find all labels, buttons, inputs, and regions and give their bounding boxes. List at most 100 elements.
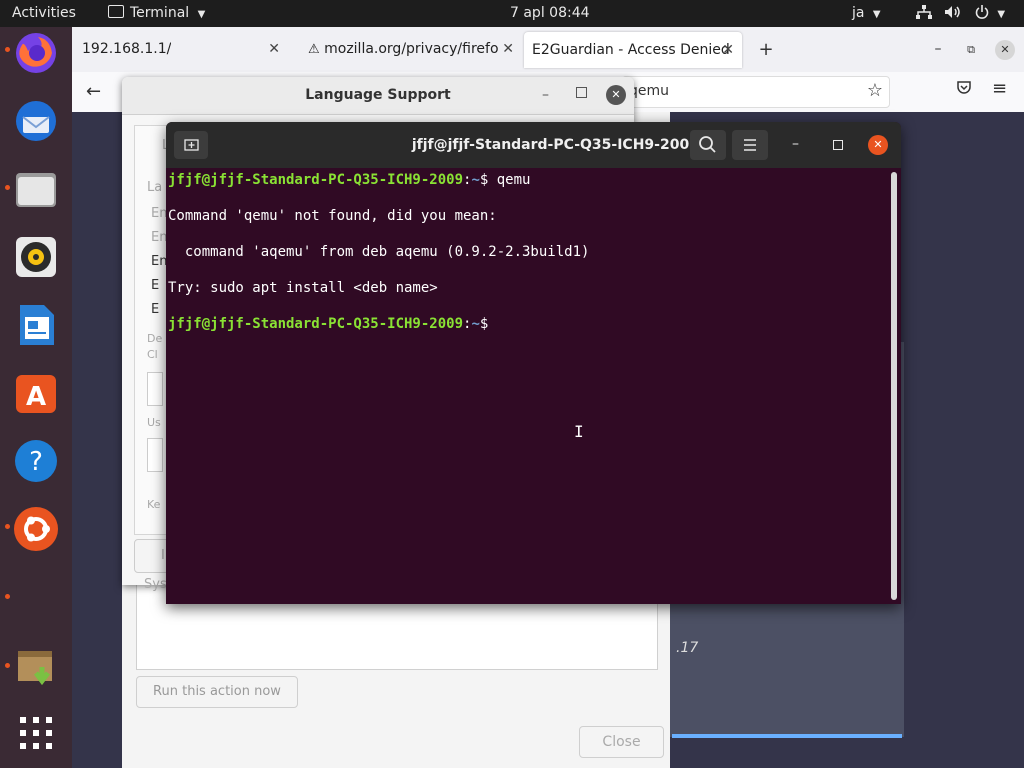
close-icon: ✕ (995, 40, 1015, 60)
close-window-button[interactable]: ✕ (994, 27, 1016, 72)
back-arrow-icon[interactable]: ← (86, 81, 101, 102)
restore-icon[interactable]: ⧉ (961, 27, 981, 72)
tab-router[interactable]: 192.168.1.1/ ✕ (72, 27, 292, 72)
input-method-dropdown[interactable] (147, 438, 163, 472)
tab-label: E2Guardian - Access Denied (532, 42, 730, 58)
terminal-window: jfjf@jfjf-Standard-PC-Q35-ICH9-2009: ~ –… (166, 122, 901, 604)
app-menu-button[interactable]: Terminal ▼ (108, 0, 205, 27)
help-icon[interactable]: ? (12, 437, 60, 485)
language-support-titlebar: Language Support – ✕ (122, 77, 634, 115)
minimize-icon[interactable]: – (792, 136, 799, 152)
tab-strip: 192.168.1.1/ ✕ ⚠ mozilla.org/privacy/fir… (72, 27, 1024, 72)
power-icon (975, 5, 989, 19)
ghost-label: En (151, 254, 168, 269)
tab-mozilla-privacy[interactable]: ⚠ mozilla.org/privacy/firefo ✕ (298, 27, 526, 72)
pocket-icon[interactable] (956, 80, 972, 100)
system-menu[interactable]: ▼ (916, 0, 1005, 27)
chevron-down-icon: ▼ (197, 9, 206, 20)
warning-icon: ⚠ (308, 42, 320, 57)
url-text: qemu (629, 83, 670, 99)
tab-label-text: mozilla.org/privacy/firefo (324, 41, 498, 57)
terminal-title: jfjf@jfjf-Standard-PC-Q35-ICH9-2009: ~ (411, 137, 722, 153)
maximize-icon[interactable] (833, 140, 843, 150)
close-icon[interactable]: ✕ (868, 135, 888, 155)
prompt-dollar: $ (479, 172, 497, 188)
terminal-app-icon (108, 5, 124, 18)
ghost-label: Cl (147, 348, 158, 361)
close-icon[interactable]: ✕ (606, 85, 626, 105)
input-source-label: ja (852, 5, 865, 21)
network-icon (916, 5, 932, 19)
terminal-line: command 'aqemu' from deb aqemu (0.9.2-2.… (168, 244, 590, 260)
search-icon (699, 136, 716, 153)
close-button[interactable]: Close (579, 726, 664, 758)
files-icon[interactable] (12, 165, 60, 213)
close-tab-icon[interactable]: ✕ (502, 27, 514, 72)
terminal-line: Command 'qemu' not found, did you mean: (168, 208, 497, 224)
search-button[interactable] (690, 130, 726, 160)
new-tab-button[interactable]: + (754, 27, 778, 72)
archive-icon[interactable] (12, 641, 60, 689)
ghost-label: E (151, 302, 160, 317)
running-indicator (5, 594, 10, 599)
minimize-icon[interactable]: – (928, 27, 948, 72)
page-accent-line (672, 734, 902, 738)
running-indicator (5, 185, 10, 190)
running-indicator (5, 663, 10, 668)
ghost-label: Ke (147, 498, 161, 511)
software-icon[interactable]: A (12, 369, 60, 417)
top-bar: Activities Terminal ▼ 7 apl 08:44 ja ▼ ▼ (0, 0, 1024, 27)
menu-button[interactable] (732, 130, 768, 160)
ghost-label: E (151, 278, 160, 293)
volume-icon (945, 6, 961, 18)
close-tab-icon[interactable]: ✕ (722, 32, 734, 68)
ghost-label: Us (147, 416, 161, 429)
prompt-user: jfjf@jfjf-Standard-PC-Q35-ICH9-2009 (168, 316, 464, 332)
terminal-line: jfjf@jfjf-Standard-PC-Q35-ICH9-2009:~$ (168, 314, 497, 334)
ghost-label: I (161, 548, 165, 563)
app-grid-icon[interactable] (12, 709, 60, 757)
firefox-icon[interactable] (12, 29, 60, 77)
clock[interactable]: 7 apl 08:44 (510, 0, 590, 27)
ghost-label: En (151, 206, 168, 221)
close-tab-icon[interactable]: ✕ (268, 27, 280, 72)
minimize-icon[interactable]: – (542, 87, 549, 103)
url-bar[interactable]: qemu ☆ (622, 76, 890, 108)
terminal-scrollbar[interactable] (891, 172, 897, 600)
svg-text:?: ? (29, 447, 43, 477)
hamburger-menu-icon[interactable]: ≡ (992, 78, 1007, 99)
ghost-label: Sys (144, 577, 167, 592)
prompt-user: jfjf@jfjf-Standard-PC-Q35-ICH9-2009 (168, 172, 464, 188)
bookmark-star-icon[interactable]: ☆ (867, 80, 883, 101)
hamburger-menu-icon (744, 139, 756, 151)
prompt-path: ~ (471, 316, 480, 332)
prompt-path: ~ (471, 172, 480, 188)
rhythmbox-icon[interactable] (12, 233, 60, 281)
input-source-indicator[interactable]: ja ▼ (852, 0, 881, 27)
activities-button[interactable]: Activities (12, 0, 76, 27)
writer-icon[interactable] (12, 301, 60, 349)
language-dropdown[interactable] (147, 372, 163, 406)
terminal-output[interactable]: jfjf@jfjf-Standard-PC-Q35-ICH9-2009:~$ q… (168, 170, 890, 600)
maximize-icon[interactable] (576, 87, 587, 98)
app-menu-label: Terminal (130, 5, 190, 21)
text-cursor-icon: Ι (574, 422, 584, 441)
running-indicator (5, 47, 10, 52)
ghost-label: En (151, 230, 168, 245)
command-text: qemu (496, 172, 531, 188)
ubuntu-icon[interactable] (12, 505, 60, 553)
dock: A ? (0, 27, 72, 768)
page-text: .17 (676, 640, 699, 656)
thunderbird-icon[interactable] (12, 97, 60, 145)
terminal-headerbar: jfjf@jfjf-Standard-PC-Q35-ICH9-2009: ~ –… (166, 122, 901, 168)
tab-label: 192.168.1.1/ (82, 41, 172, 57)
chevron-down-icon: ▼ (872, 9, 881, 20)
window-title: Language Support (305, 87, 451, 103)
terminal-line: jfjf@jfjf-Standard-PC-Q35-ICH9-2009:~$ q… (168, 170, 530, 190)
chevron-down-icon: ▼ (997, 9, 1006, 20)
running-indicator (5, 524, 10, 529)
run-action-button[interactable]: Run this action now (136, 676, 298, 708)
tab-e2guardian[interactable]: E2Guardian - Access Denied ✕ (524, 32, 742, 68)
ghost-label: De (147, 332, 163, 345)
prompt-dollar: $ (479, 316, 497, 332)
